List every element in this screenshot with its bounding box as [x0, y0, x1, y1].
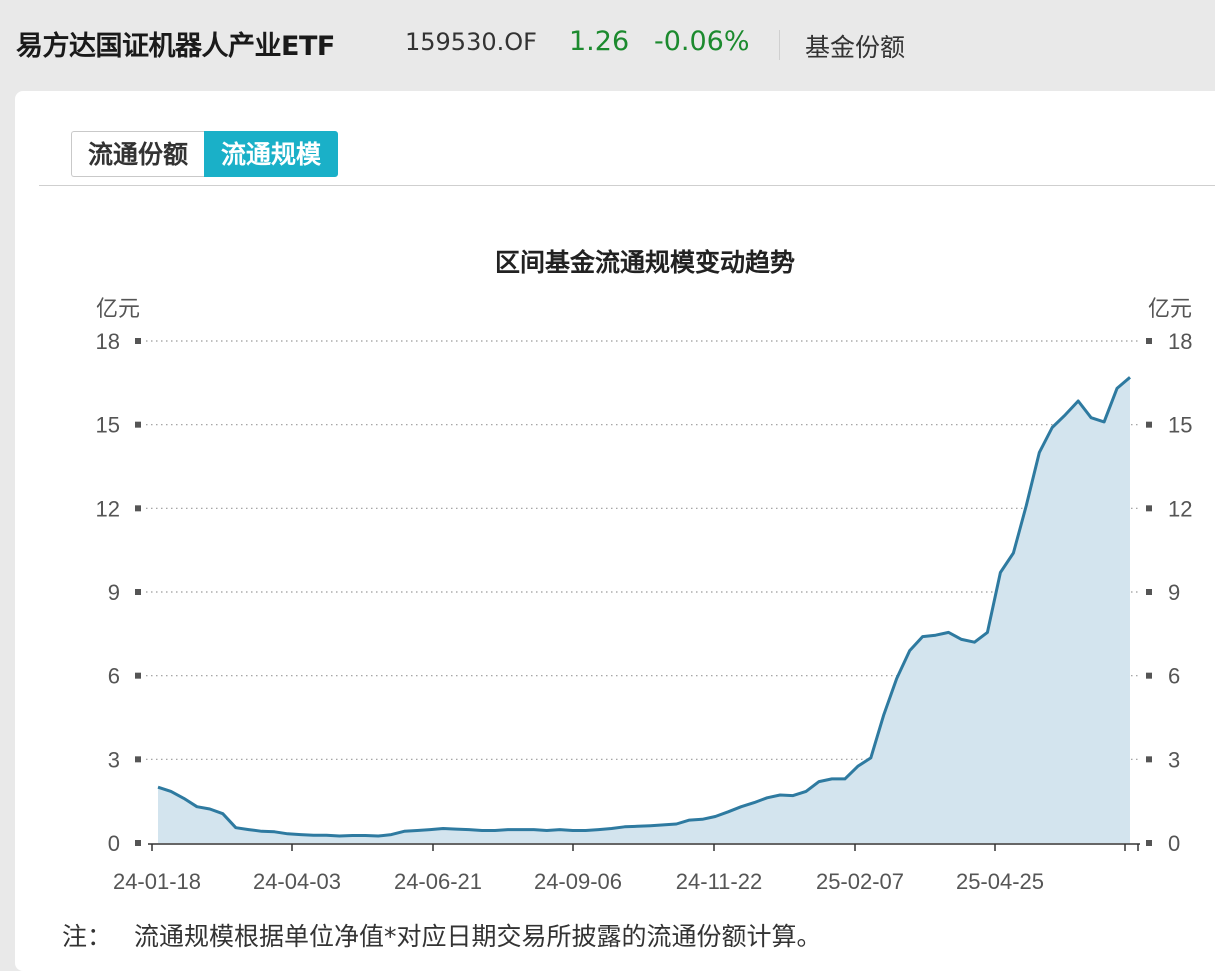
y-tick-label-right: 18 — [1168, 329, 1192, 354]
tab-circulating-shares[interactable]: 流通份额 — [71, 131, 205, 177]
y-tick-label-right: 15 — [1168, 413, 1192, 438]
y-tick-label-left: 9 — [108, 580, 120, 605]
tab-underline — [39, 185, 1215, 186]
y-tick-label-right: 0 — [1168, 831, 1180, 856]
series-area — [158, 377, 1130, 843]
y-tick-mark-left — [135, 338, 141, 344]
x-tick-label: 24-06-21 — [394, 869, 482, 894]
y-tick-mark-right — [1146, 505, 1152, 512]
y-tick-label-right: 3 — [1168, 747, 1180, 772]
tab-group: 流通份额 流通规模 — [71, 131, 339, 177]
y-tick-mark-right — [1146, 840, 1152, 846]
footnote: 注： 流通规模根据单位净值*对应日期交易所披露的流通份额计算。 — [62, 917, 822, 953]
y-tick-label-right: 6 — [1168, 664, 1180, 689]
y-tick-mark-right — [1146, 421, 1152, 428]
x-tick-label: 24-01-18 — [113, 869, 201, 894]
y-tick-label-right: 9 — [1168, 580, 1180, 605]
y-tick-mark-left — [135, 840, 141, 846]
fund-code: 159530.OF — [405, 28, 537, 56]
footnote-text: 流通规模根据单位净值*对应日期交易所披露的流通份额计算。 — [134, 922, 822, 951]
y-tick-mark-left — [135, 505, 141, 512]
y-tick-label-right: 12 — [1168, 496, 1192, 521]
x-tick-label: 25-04-25 — [956, 869, 1044, 894]
y-tick-label-left: 6 — [108, 664, 120, 689]
chart-title: 区间基金流通规模变动趋势 — [494, 248, 795, 277]
y-tick-mark-left — [135, 421, 141, 428]
scale-trend-chart: 亿元 亿元 0 0 3 3 6 6 9 9 12 12 15 15 18 18 24-01-18 24-04-03… — [96, 296, 1193, 894]
x-tick-label: 25-02-07 — [816, 869, 904, 894]
y-tick-label-left: 15 — [96, 413, 120, 438]
nav-change: -0.06% — [654, 26, 750, 57]
header-bar: 易方达国证机器人产业ETF 159530.OF 1.26 -0.06% 基金份额 — [0, 0, 1215, 88]
fund-name: 易方达国证机器人产业ETF — [16, 31, 335, 62]
y-tick-mark-right — [1146, 589, 1152, 595]
nav-value: 1.26 — [569, 26, 630, 57]
footnote-prefix: 注： — [62, 922, 113, 951]
y-tick-label-left: 0 — [108, 831, 120, 856]
y-tick-mark-left — [135, 589, 141, 595]
y-tick-label-left: 18 — [96, 329, 120, 354]
y-tick-mark-left — [135, 672, 141, 679]
x-tick-label: 24-04-03 — [253, 869, 341, 894]
y-tick-mark-right — [1146, 672, 1152, 679]
y-tick-mark-right — [1146, 756, 1152, 763]
x-tick-label: 24-09-06 — [534, 869, 622, 894]
y-tick-label-left: 12 — [96, 496, 120, 521]
y-axis-unit-right: 亿元 — [1148, 296, 1192, 321]
y-tick-mark-left — [135, 756, 141, 763]
fund-share-link[interactable]: 基金份额 — [805, 28, 905, 64]
y-axis-unit-left: 亿元 — [96, 296, 140, 321]
x-tick-label: 24-11-22 — [676, 869, 762, 894]
y-tick-mark-right — [1146, 338, 1152, 344]
header-divider — [779, 30, 780, 60]
tab-circulating-scale[interactable]: 流通规模 — [204, 131, 339, 177]
y-tick-label-left: 3 — [108, 747, 120, 772]
